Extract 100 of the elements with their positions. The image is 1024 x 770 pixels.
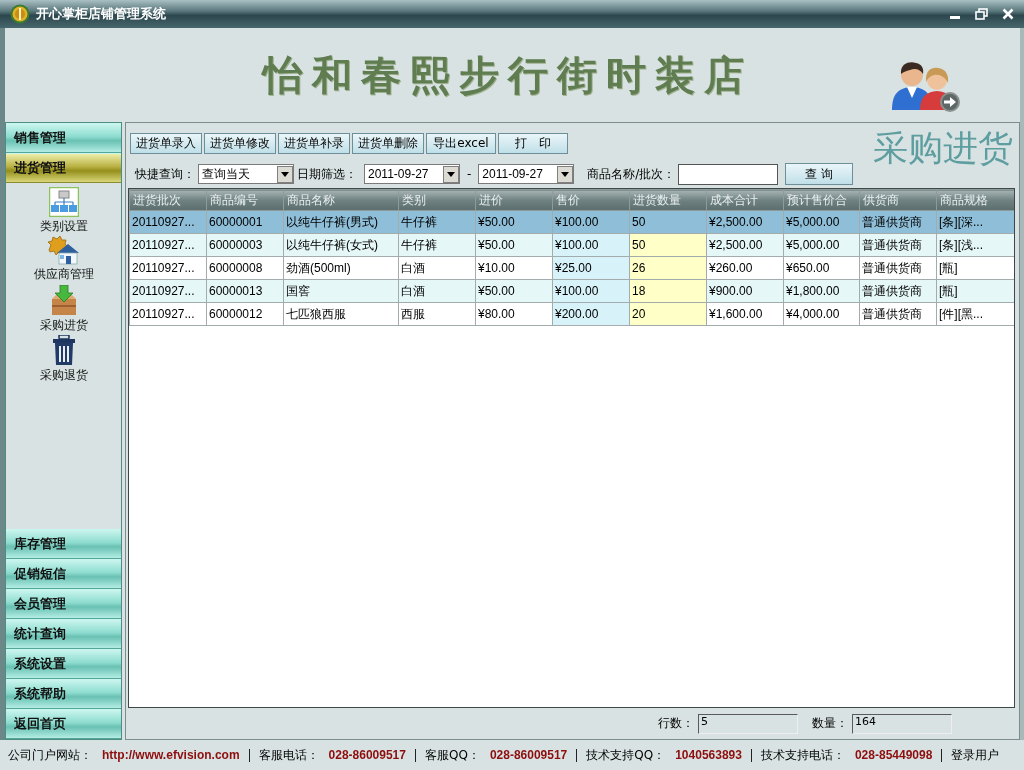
window-title: 开心掌柜店铺管理系统 <box>36 6 166 22</box>
table-cell: ¥100.00 <box>552 210 630 234</box>
box-arrow-icon <box>49 284 78 316</box>
table-cell: 牛仔裤 <box>398 210 476 234</box>
table-cell: ¥2,500.00 <box>706 210 784 234</box>
sidebar-menu-item[interactable]: 会员管理 <box>6 589 121 619</box>
toolbar-button[interactable]: 打 印 <box>498 133 568 154</box>
sidebar-menu-item[interactable]: 进货管理 <box>6 153 121 183</box>
table-cell: 普通供货商 <box>859 233 937 257</box>
column-header[interactable]: 商品名称 <box>283 189 399 211</box>
status-label: 客服电话： <box>258 748 319 762</box>
summary-label: 行数： <box>658 716 694 731</box>
table-cell: ¥10.00 <box>475 256 553 280</box>
status-value: 028-85449098 <box>854 748 933 762</box>
shop-name: 怡和春熙步行街时装店 <box>262 51 753 99</box>
search-button[interactable]: 查 询 <box>785 163 854 185</box>
toolbar-button[interactable]: 进货单补录 <box>278 133 350 154</box>
column-header[interactable]: 进价 <box>475 189 553 211</box>
table-cell: 20110927... <box>129 256 207 280</box>
table-cell: ¥50.00 <box>475 233 553 257</box>
sidebar-menu-item[interactable]: 促销短信 <box>6 559 121 589</box>
status-label: 公司门户网站： <box>8 748 92 762</box>
table-cell: ¥4,000.00 <box>783 302 860 326</box>
table-cell: 国窖 <box>283 279 399 303</box>
table-cell: ¥1,600.00 <box>706 302 784 326</box>
sidebar-menu-item[interactable]: 系统帮助 <box>6 679 121 709</box>
table-row[interactable]: 20110927... 60000001 以纯牛仔裤(男式) 牛仔裤 ¥50.00 ¥100.00 50 ¥2,500.00 ¥5,000.00 普通供货商 [条][深... <box>129 210 1014 234</box>
table-cell: ¥50.00 <box>475 279 553 303</box>
table-cell: 60000012 <box>206 302 284 326</box>
table-cell: ¥1,800.00 <box>783 279 860 303</box>
table-cell: 普通供货商 <box>859 279 937 303</box>
status-label: 技术支持电话： <box>760 748 845 762</box>
sidebar-menu-item[interactable]: 返回首页 <box>6 709 121 739</box>
filter-label: 商品名称/批次： <box>587 166 676 182</box>
sidebar-shortcut[interactable]: 类别设置 <box>39 187 88 234</box>
column-header[interactable]: 商品编号 <box>206 189 284 211</box>
table-cell: 白酒 <box>398 279 476 303</box>
table-cell: 20110927... <box>129 279 207 303</box>
table-cell: ¥260.00 <box>706 256 784 280</box>
table-row[interactable]: 20110927... 60000013 国窖 白酒 ¥50.00 ¥100.00 18 ¥900.00 ¥1,800.00 普通供货商 [瓶] <box>129 279 1014 303</box>
table-cell: 60000001 <box>206 210 284 234</box>
column-header[interactable]: 商品规格 <box>936 189 1014 211</box>
toolbar-button[interactable]: 进货单录入 <box>130 133 202 154</box>
sidebar-menu-item[interactable]: 系统设置 <box>6 649 121 679</box>
status-label: 登录用户 <box>951 748 1000 762</box>
summary-field: 5 <box>698 713 798 734</box>
table-cell: 以纯牛仔裤(女式) <box>283 233 399 257</box>
table-cell: ¥5,000.00 <box>783 233 860 257</box>
table-cell: 20110927... <box>129 210 207 234</box>
summary-field: 164 <box>852 713 952 734</box>
date-picker[interactable]: 2011-09-27 <box>478 164 575 184</box>
table-cell: ¥2,500.00 <box>706 233 784 257</box>
table-cell: 20110927... <box>129 233 207 257</box>
sidebar-shortcut[interactable]: 供应商管理 <box>33 236 94 282</box>
table-cell: 普通供货商 <box>859 256 937 280</box>
table-cell: ¥650.00 <box>783 256 860 280</box>
filter-label: 快捷查询： <box>135 166 195 182</box>
table-cell: 普通供货商 <box>859 210 937 234</box>
coin-icon <box>10 4 30 24</box>
page-heading: 采购进货 <box>873 131 1013 170</box>
table-cell: 劲酒(500ml) <box>283 256 399 280</box>
status-value: 1040563893 <box>675 748 742 762</box>
date-picker[interactable]: 2011-09-27 <box>364 164 460 184</box>
table-row[interactable]: 20110927... 60000008 劲酒(500ml) 白酒 ¥10.00 ¥25.00 26 ¥260.00 ¥650.00 普通供货商 [瓶] <box>129 256 1014 280</box>
status-value: 028-86009517 <box>328 748 406 762</box>
toolbar-button[interactable]: 导出excel <box>426 133 496 154</box>
table-cell: ¥80.00 <box>475 302 553 326</box>
column-header[interactable]: 进货数量 <box>629 189 707 211</box>
table-cell: 60000003 <box>206 233 284 257</box>
table-row[interactable]: 20110927... 60000012 七匹狼西服 西服 ¥80.00 ¥200.00 20 ¥1,600.00 ¥4,000.00 普通供货商 [件][黑... <box>129 302 1014 326</box>
sidebar-menu-item[interactable]: 销售管理 <box>6 123 121 153</box>
keyword-field[interactable] <box>678 163 779 185</box>
table-cell: 白酒 <box>398 256 476 280</box>
table-cell: 60000013 <box>206 279 284 303</box>
toolbar-button[interactable]: 进货单修改 <box>204 133 276 154</box>
org-chart-icon <box>48 187 79 217</box>
sidebar-shortcut[interactable]: 采购退货 <box>39 335 88 383</box>
sidebar-shortcut[interactable]: 采购进货 <box>39 284 88 333</box>
status-label: 技术支持QQ： <box>586 748 666 762</box>
table-cell: ¥900.00 <box>706 279 784 303</box>
close-icon[interactable] <box>1002 8 1014 20</box>
column-header[interactable]: 进货批次 <box>129 189 207 211</box>
table-cell: ¥50.00 <box>475 210 553 234</box>
restore-icon[interactable] <box>975 8 988 20</box>
table-cell: 60000008 <box>206 256 284 280</box>
table-cell: ¥5,000.00 <box>783 210 860 234</box>
sidebar-menu-item[interactable]: 统计查询 <box>6 619 121 649</box>
status-value: 028-86009517 <box>489 748 568 762</box>
table-cell: 七匹狼西服 <box>283 302 399 326</box>
toolbar-button[interactable]: 进货单删除 <box>352 133 424 154</box>
status-label: 客服QQ： <box>425 748 480 762</box>
house-gear-icon <box>47 236 80 266</box>
table-cell: 牛仔裤 <box>398 233 476 257</box>
table-row[interactable]: 20110927... 60000003 以纯牛仔裤(女式) 牛仔裤 ¥50.00 ¥100.00 50 ¥2,500.00 ¥5,000.00 普通供货商 [条][浅... <box>129 233 1014 257</box>
date-separator: - <box>467 166 472 182</box>
quick-query-dropdown[interactable]: 查询当天 <box>198 164 294 184</box>
summary-label: 数量： <box>812 716 848 731</box>
sidebar-menu-item[interactable]: 库存管理 <box>6 529 121 559</box>
table-cell: 50 <box>629 210 707 234</box>
table-cell: 以纯牛仔裤(男式) <box>283 210 399 234</box>
